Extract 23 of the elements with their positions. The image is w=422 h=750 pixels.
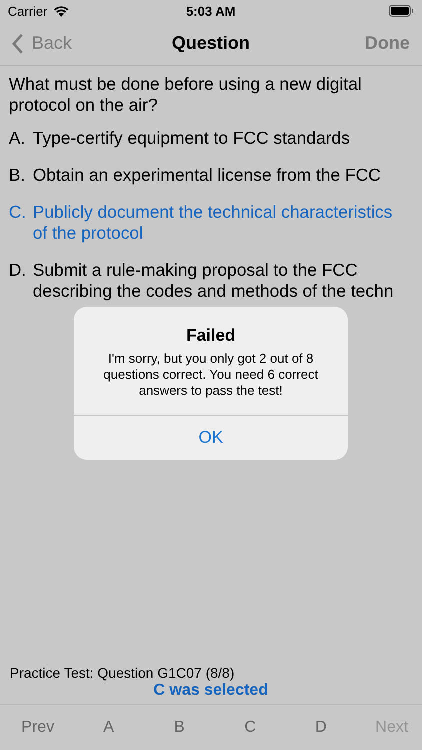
selection-status: C was selected (154, 682, 268, 700)
answer-option[interactable]: D. Submit a rule-making proposal to the FCC describing the codes and methods of the techn (9, 260, 402, 302)
carrier-label: Carrier (8, 4, 48, 18)
back-button[interactable]: Back (12, 33, 72, 54)
alert-message: I'm sorry, but you only got 2 out of 8 questions correct. You need 6 correct answers to pass the test! (102, 351, 320, 399)
toolbar-button[interactable]: B (160, 718, 200, 736)
chevron-left-icon (12, 34, 24, 54)
question-text: What must be done before using a new digital protocol on the air? (9, 74, 363, 116)
answer-option[interactable]: C. Publicly document the technical characteristics of the protocol (9, 202, 402, 244)
done-button[interactable]: Done (365, 33, 410, 54)
nav-title: Question (172, 33, 250, 54)
ok-button[interactable]: OK (74, 416, 348, 460)
toolbar-button[interactable]: D (301, 718, 342, 736)
wifi-icon (52, 5, 70, 17)
toolbar-button[interactable]: Prev (18, 718, 58, 736)
status-time: 5:03 AM (186, 4, 236, 18)
toolbar-button[interactable]: A (88, 718, 129, 736)
test-info: Practice Test: Question G1C07 (8/8) (10, 664, 236, 682)
alert-title: Failed (186, 326, 236, 346)
battery-icon (389, 5, 414, 17)
toolbar-button[interactable]: C (230, 718, 270, 736)
answer-option[interactable]: A. Type-certify equipment to FCC standards (9, 128, 402, 149)
answer-option[interactable]: B. Obtain an experimental license from the FCC (9, 165, 402, 186)
